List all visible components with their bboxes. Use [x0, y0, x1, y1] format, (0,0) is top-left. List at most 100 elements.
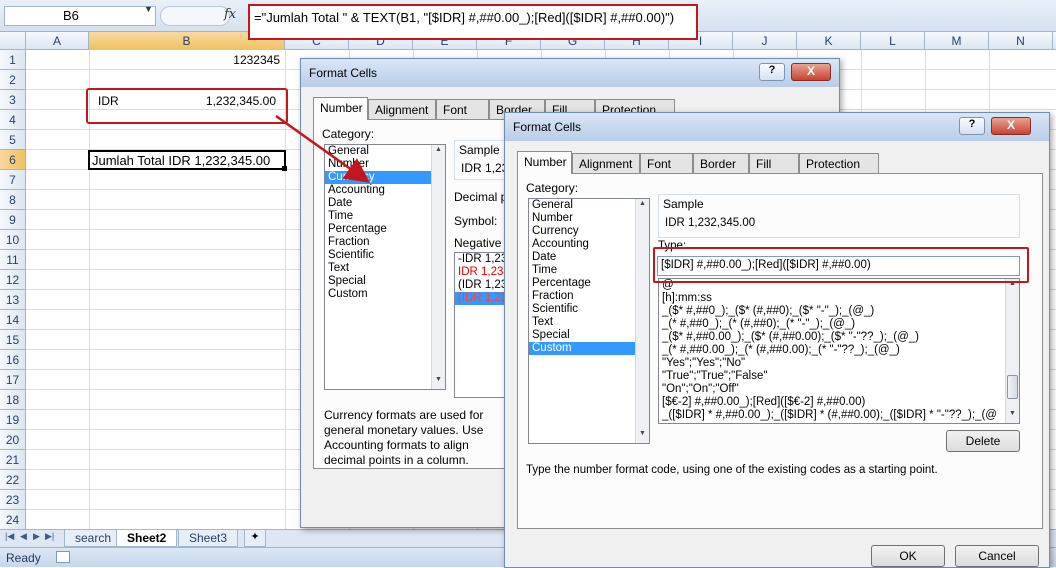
column-header[interactable]: L	[861, 32, 925, 50]
row-header[interactable]: 10	[0, 230, 26, 250]
prev-sheet-icon[interactable]: ◀	[20, 531, 27, 542]
last-sheet-icon[interactable]: ▶|	[45, 531, 54, 542]
tab-alignment[interactable]: Alignment	[368, 99, 436, 119]
list-item[interactable]: _($* #,##0.00_);_($* (#,##0.00);_($* "-"…	[659, 331, 1019, 344]
category-list[interactable]: General Number Currency Accounting Date …	[324, 144, 446, 390]
chevron-down-icon[interactable]: ▼	[144, 4, 153, 14]
list-item[interactable]: General	[529, 199, 649, 212]
sheet-tab-sheet2[interactable]: Sheet2	[116, 530, 178, 547]
row-header[interactable]: 4	[0, 110, 26, 130]
tab-font[interactable]: Font	[640, 153, 693, 173]
first-sheet-icon[interactable]: |◀	[5, 531, 14, 542]
tab-fill[interactable]: Fill	[749, 153, 799, 173]
row-header[interactable]: 16	[0, 350, 26, 370]
tab-number[interactable]: Number	[517, 151, 572, 174]
delete-button[interactable]: Delete	[946, 430, 1020, 452]
select-all-corner[interactable]	[0, 32, 26, 50]
list-item[interactable]: Accounting	[529, 238, 649, 251]
list-item[interactable]: Accounting	[325, 184, 445, 197]
list-item[interactable]: Number	[529, 212, 649, 225]
list-item[interactable]: "Yes";"Yes";"No"	[659, 357, 1019, 370]
list-item[interactable]: Number	[325, 158, 445, 171]
list-item[interactable]: Fraction	[529, 290, 649, 303]
row-header[interactable]: 23	[0, 490, 26, 510]
column-header[interactable]: K	[797, 32, 861, 50]
list-item[interactable]: _([$IDR] * #,##0.00_);_([$IDR] * (#,##0.…	[659, 409, 1019, 422]
list-item[interactable]: Text	[325, 262, 445, 275]
list-item[interactable]: Time	[325, 210, 445, 223]
scrollbar[interactable]: ▲ ▼	[635, 199, 649, 443]
row-header[interactable]: 6	[0, 150, 26, 170]
column-header[interactable]: N	[989, 32, 1053, 50]
close-icon[interactable]: X	[791, 63, 831, 81]
scroll-down-icon[interactable]: ▼	[636, 430, 649, 442]
cancel-button[interactable]: Cancel	[955, 545, 1039, 567]
row-header[interactable]: 19	[0, 410, 26, 430]
list-item[interactable]: _($* #,##0_);_($* (#,##0);_($* "-"_);_(@…	[659, 305, 1019, 318]
row-header[interactable]: 9	[0, 210, 26, 230]
row-header[interactable]: 7	[0, 170, 26, 190]
list-item[interactable]: _(* #,##0_);_(* (#,##0);_(* "-"_);_(@_)	[659, 318, 1019, 331]
tab-font[interactable]: Font	[436, 99, 489, 119]
list-item[interactable]: Special	[529, 329, 649, 342]
row-header[interactable]: 5	[0, 130, 26, 150]
list-item[interactable]: Scientific	[529, 303, 649, 316]
list-item[interactable]: Date	[325, 197, 445, 210]
cell-b3-amount[interactable]: 1,232,345.00	[180, 94, 276, 108]
column-header[interactable]: J	[733, 32, 797, 50]
row-header[interactable]: 21	[0, 450, 26, 470]
scroll-down-icon[interactable]: ▼	[1006, 410, 1019, 422]
list-item[interactable]: "On";"On";"Off"	[659, 383, 1019, 396]
list-item[interactable]: Custom	[529, 342, 649, 355]
list-item[interactable]: Percentage	[325, 223, 445, 236]
tab-protection[interactable]: Protection	[799, 153, 879, 173]
row-header[interactable]: 20	[0, 430, 26, 450]
ok-button[interactable]: OK	[871, 545, 945, 567]
column-header[interactable]: A	[26, 32, 89, 50]
row-header[interactable]: 8	[0, 190, 26, 210]
tab-number[interactable]: Number	[313, 97, 368, 120]
cell-b6-active[interactable]: Jumlah Total IDR 1,232,345.00	[88, 150, 286, 170]
function-icon[interactable]: fx	[224, 7, 236, 22]
scroll-up-icon[interactable]: ▲	[432, 146, 445, 158]
list-item[interactable]: Text	[529, 316, 649, 329]
format-code-list[interactable]: @ [h]:mm:ss _($* #,##0_);_($* (#,##0);_(…	[658, 278, 1020, 424]
row-header[interactable]: 24	[0, 510, 26, 530]
list-item[interactable]: Percentage	[529, 277, 649, 290]
list-item[interactable]: Currency	[529, 225, 649, 238]
row-header[interactable]: 17	[0, 370, 26, 390]
help-icon[interactable]: ?	[759, 63, 785, 81]
scroll-down-icon[interactable]: ▼	[432, 376, 445, 388]
column-header[interactable]: M	[925, 32, 989, 50]
cell-b3-currency[interactable]: IDR	[98, 94, 119, 108]
cell-b1[interactable]: 1232345	[180, 53, 280, 67]
list-item[interactable]: Fraction	[325, 236, 445, 249]
help-icon[interactable]: ?	[959, 117, 985, 135]
tab-alignment[interactable]: Alignment	[572, 153, 640, 173]
macro-record-icon[interactable]	[56, 551, 70, 563]
scrollbar[interactable]: ▲ ▼	[1005, 279, 1019, 423]
name-box[interactable]: B6	[4, 6, 156, 26]
list-item[interactable]: Scientific	[325, 249, 445, 262]
row-header[interactable]: 12	[0, 270, 26, 290]
scroll-thumb[interactable]	[1007, 375, 1018, 399]
list-item[interactable]: "True";"True";"False"	[659, 370, 1019, 383]
list-item[interactable]: [h]:mm:ss	[659, 292, 1019, 305]
list-item[interactable]: Currency	[325, 171, 445, 184]
scrollbar[interactable]: ▲ ▼	[431, 145, 445, 389]
close-icon[interactable]: X	[991, 117, 1031, 135]
row-header[interactable]: 3	[0, 90, 26, 110]
row-header[interactable]: 2	[0, 70, 26, 90]
row-header[interactable]: 13	[0, 290, 26, 310]
list-item[interactable]: _(* #,##0.00_);_(* (#,##0.00);_(* "-"??_…	[659, 344, 1019, 357]
row-header[interactable]: 18	[0, 390, 26, 410]
category-list[interactable]: General Number Currency Accounting Date …	[528, 198, 650, 444]
insert-sheet-icon[interactable]: ✦	[244, 530, 266, 547]
scroll-up-icon[interactable]: ▲	[636, 200, 649, 212]
fill-handle[interactable]	[282, 166, 287, 171]
row-header[interactable]: 15	[0, 330, 26, 350]
list-item[interactable]: Custom	[325, 288, 445, 301]
list-item[interactable]: Time	[529, 264, 649, 277]
formula-input[interactable]: ="Jumlah Total " & TEXT(B1, "[$IDR] #,##…	[248, 4, 698, 40]
list-item[interactable]: Date	[529, 251, 649, 264]
